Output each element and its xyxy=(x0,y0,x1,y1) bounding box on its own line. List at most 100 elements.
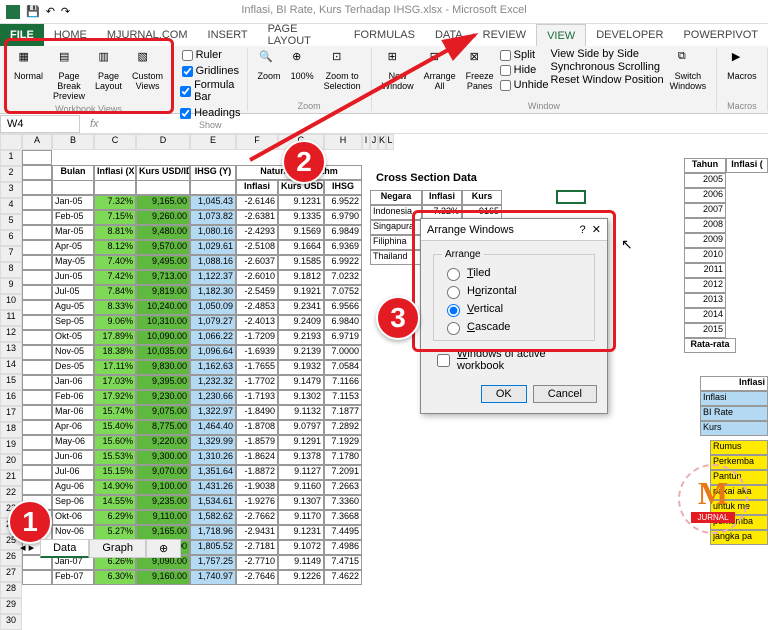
tab-powerpivot[interactable]: POWERPIVOT xyxy=(673,24,768,46)
year-row[interactable]: 2007 xyxy=(684,203,768,218)
year-row[interactable]: 2010 xyxy=(684,248,768,263)
table-row[interactable]: Jun-057.42%9,713.001,122.37-2.60109.1812… xyxy=(22,270,768,285)
gridlines-checkbox[interactable]: Gridlines xyxy=(182,64,239,78)
year-row[interactable]: 2006 xyxy=(684,188,768,203)
resetpos-button[interactable]: Reset Window Position xyxy=(551,74,664,86)
cs-h-kurs: Kurs xyxy=(462,190,502,205)
logo-letter: M xyxy=(698,475,728,512)
unhide-checkbox[interactable]: Unhide xyxy=(500,78,549,92)
zoomsel-button[interactable]: ⊡Zoom to Selection xyxy=(320,48,365,94)
tab-view[interactable]: VIEW xyxy=(536,24,586,46)
syncscroll-button[interactable]: Synchronous Scrolling xyxy=(551,61,664,73)
sheet-tabs: ◂ ▸ Data Graph ⊕ xyxy=(14,539,181,558)
arrangeall-button[interactable]: ⊟Arrange All xyxy=(420,48,460,94)
table-row[interactable]: Nov-065.27%9,165.001,718.96-2.94319.1231… xyxy=(22,525,768,540)
freezepanes-button[interactable]: ⊠Freeze Panes xyxy=(462,48,498,94)
hdr-rata: Rata-rata xyxy=(684,338,736,353)
table-row[interactable]: Jan-0617.03%9,395.001,232.32-1.77029.147… xyxy=(22,375,768,390)
year-row[interactable]: 2015 xyxy=(684,323,768,338)
zoom100-button[interactable]: ⊕100% xyxy=(287,48,318,84)
year-row[interactable]: 2013 xyxy=(684,293,768,308)
table-row[interactable]: Feb-0617.92%9,230.001,230.66-1.71939.130… xyxy=(22,390,768,405)
excel-icon xyxy=(6,5,20,19)
opt-cascade[interactable]: Cascade xyxy=(442,318,586,336)
dialog-close-button[interactable]: ✕ xyxy=(592,224,601,236)
table-row[interactable]: Jun-0615.53%9,300.001,310.26-1.86249.137… xyxy=(22,450,768,465)
tab-developer[interactable]: DEVELOPER xyxy=(586,24,673,46)
inflasi-box: Inflasi Inflasi BI Rate Kurs xyxy=(700,376,768,436)
table-row[interactable]: May-0615.60%9,220.001,329.99-1.85799.129… xyxy=(22,435,768,450)
chk-active-workbook[interactable]: Windows of active workbook xyxy=(433,347,595,373)
year-row[interactable]: 2014 xyxy=(684,308,768,323)
tab-insert[interactable]: INSERT xyxy=(198,24,258,46)
year-row[interactable]: 2005 xyxy=(684,173,768,188)
opt-horizontal[interactable]: Horizontal xyxy=(442,282,586,300)
sheet-new[interactable]: ⊕ xyxy=(146,539,181,558)
redo-icon[interactable]: ↷ xyxy=(61,5,70,18)
customviews-button[interactable]: ▧Custom Views xyxy=(128,48,167,94)
ruler-checkbox[interactable]: Ruler xyxy=(182,48,222,62)
tab-data[interactable]: DATA xyxy=(425,24,473,46)
table-row[interactable]: Okt-066.29%9,110.001,582.62-2.76629.1170… xyxy=(22,510,768,525)
tab-mjurnal[interactable]: MJURNAL.COM xyxy=(97,24,198,46)
cross-section-title: Cross Section Data xyxy=(376,172,477,184)
pagebreak-button[interactable]: ▤Page Break Preview xyxy=(49,48,89,104)
formulabar-checkbox[interactable]: Formula Bar xyxy=(180,78,240,104)
tab-review[interactable]: REVIEW xyxy=(473,24,536,46)
undo-icon[interactable]: ↶ xyxy=(46,5,55,18)
table-row[interactable]: Jul-0615.15%9,070.001,351.64-1.88729.112… xyxy=(22,465,768,480)
group-workbook-views: Workbook Views xyxy=(55,104,122,114)
year-row[interactable]: 2012 xyxy=(684,278,768,293)
ribbon-tabs: FILE HOME MJURNAL.COM INSERT PAGE LAYOUT… xyxy=(0,24,768,46)
table-row[interactable]: Apr-0615.40%8,775.001,464.40-1.87089.079… xyxy=(22,420,768,435)
table-row[interactable]: Des-0517.11%9,830.001,162.63-1.76559.193… xyxy=(22,360,768,375)
window-title: Inflasi, BI Rate, Kurs Terhadap IHSG.xls… xyxy=(241,4,526,16)
name-box[interactable]: W4 xyxy=(0,115,80,133)
zoom-button[interactable]: 🔍Zoom xyxy=(254,48,285,84)
infl-r0: Inflasi xyxy=(700,391,768,406)
sheet-data[interactable]: Data xyxy=(40,539,89,558)
macros-button[interactable]: ▶Macros xyxy=(723,48,761,84)
opt-vertical[interactable]: Vertical xyxy=(442,300,586,318)
split-checkbox[interactable]: Split xyxy=(500,48,549,62)
group-macros: Macros xyxy=(727,101,757,111)
year-row[interactable]: 2008 xyxy=(684,218,768,233)
dialog-help-button[interactable]: ? xyxy=(580,224,586,236)
normal-view-button[interactable]: ▦Normal xyxy=(10,48,47,84)
switchwindows-button[interactable]: ⧉Switch Windows xyxy=(666,48,711,94)
hdr-nat-ihsg: IHSG xyxy=(324,180,362,195)
annotation-1: 1 xyxy=(8,500,52,544)
cs-h-neg: Negara xyxy=(370,190,422,205)
save-icon[interactable]: 💾 xyxy=(26,5,40,18)
newwindow-button[interactable]: ⊞New Window xyxy=(378,48,418,94)
table-row[interactable]: Feb-076.30%9,160.001,740.97-2.76469.1226… xyxy=(22,570,768,585)
ribbon: ▦Normal ▤Page Break Preview ▥Page Layout… xyxy=(0,46,768,114)
pagelayout-button[interactable]: ▥Page Layout xyxy=(91,48,126,94)
cancel-button[interactable]: Cancel xyxy=(533,385,597,403)
tab-file[interactable]: FILE xyxy=(0,24,44,46)
year-row[interactable]: 2011 xyxy=(684,263,768,278)
arrange-windows-dialog: Arrange Windows ? ✕ Arrange TTilediled H… xyxy=(420,218,608,414)
hide-checkbox[interactable]: Hide xyxy=(500,63,549,77)
ok-button[interactable]: OK xyxy=(481,385,527,403)
table-row[interactable]: Mar-0615.74%9,075.001,322.97-1.84909.113… xyxy=(22,405,768,420)
note-cell: Rumus xyxy=(710,440,768,455)
table-row[interactable]: Nov-0518.38%10,035.001,096.64-1.69399.21… xyxy=(22,345,768,360)
tab-home[interactable]: HOME xyxy=(44,24,97,46)
tab-formulas[interactable]: FORMULAS xyxy=(344,24,425,46)
cs-h-inf: Inflasi xyxy=(422,190,462,205)
right-panel: TahunInflasi ( 2005200620072008200920102… xyxy=(684,158,768,353)
table-row[interactable]: Sep-0614.55%9,235.001,534.61-1.92769.130… xyxy=(22,495,768,510)
group-window: Window xyxy=(528,101,560,111)
sheet-graph[interactable]: Graph xyxy=(89,539,146,558)
year-row[interactable]: 2009 xyxy=(684,233,768,248)
dialog-title: Arrange Windows xyxy=(427,224,514,236)
tab-pagelayout[interactable]: PAGE LAYOUT xyxy=(258,24,344,46)
annotation-3: 3 xyxy=(376,296,420,340)
arrange-legend: Arrange xyxy=(442,249,484,260)
table-row[interactable]: Agu-0614.90%9,100.001,431.26-1.90389.116… xyxy=(22,480,768,495)
opt-tiled[interactable]: TTilediled xyxy=(442,264,586,282)
hdr-nat-inf: Inflasi xyxy=(236,180,278,195)
formula-bar[interactable]: fx xyxy=(80,118,768,130)
viewsidebyside-button[interactable]: View Side by Side xyxy=(551,48,664,60)
